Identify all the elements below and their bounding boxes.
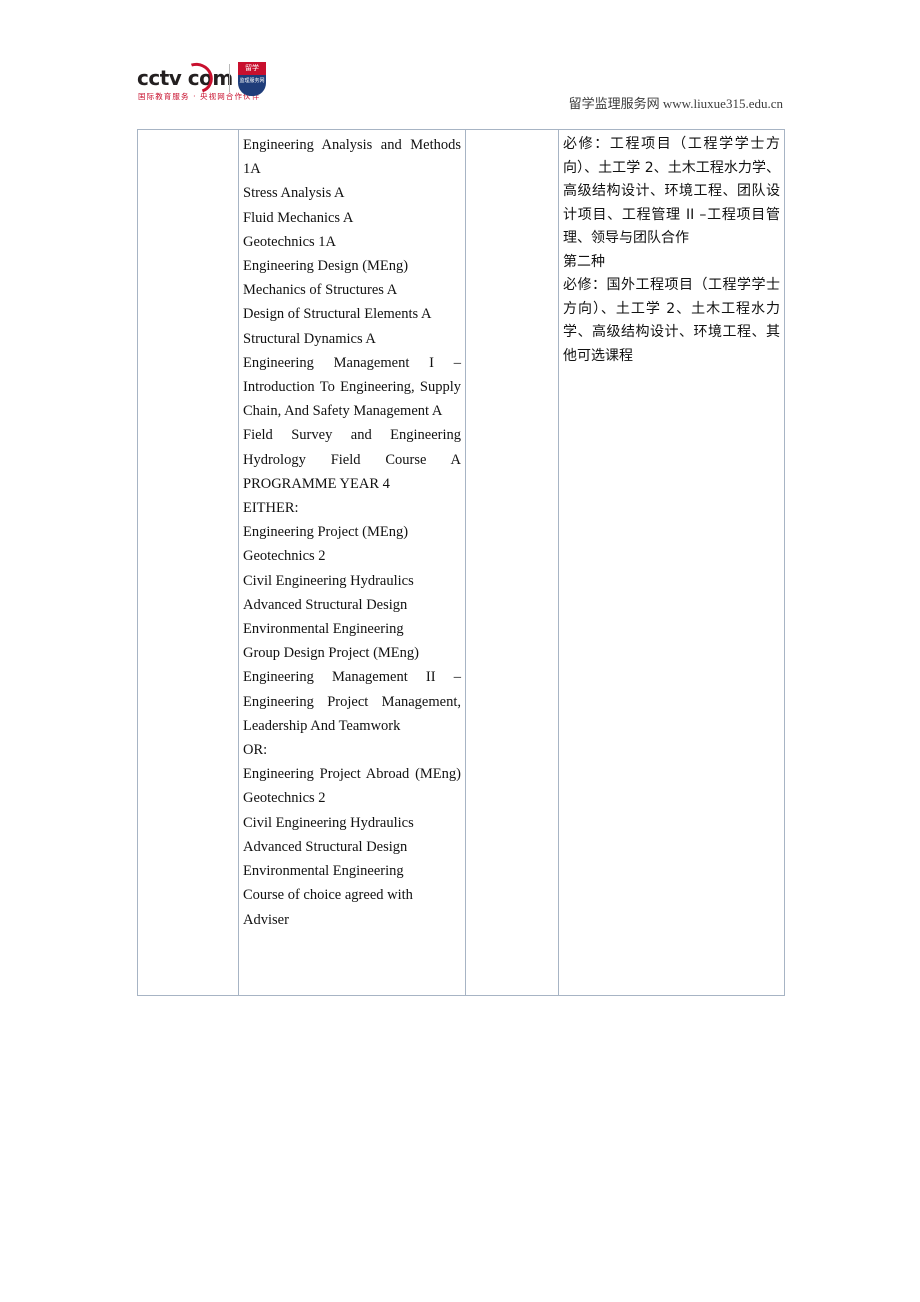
course-line: PROGRAMME YEAR 4 [243,475,390,492]
course-line-cn: 第二种 [563,253,605,270]
course-line: Stress Analysis A [243,185,345,202]
course-line: Fluid Mechanics A [243,209,354,226]
course-line: Design of Structural Elements A [243,306,432,323]
course-line: Geotechnics 2 [243,790,326,807]
course-line: EITHER: [243,500,299,517]
course-line: Engineering Project Abroad (MEng) [243,766,461,783]
course-line: Geotechnics 2 [243,548,326,565]
course-line: Environmental Engineering [243,863,404,880]
cell-courses-en: Engineering Analysis and Methods 1A Stre… [238,129,466,996]
course-line: Course of choice agreed with Adviser [243,887,413,928]
course-line: Engineering Management I – Introduction … [243,354,461,420]
course-line: Field Survey and Engineering Hydrology F… [243,427,461,468]
course-line: Environmental Engineering [243,621,404,638]
course-line: Structural Dynamics A [243,330,376,347]
cell-empty-left [137,129,239,996]
course-line: OR: [243,742,268,759]
course-line: Engineering Management II – Engineering … [243,669,461,734]
page-header: cctv com 国际教育服务 · 央视网合作伙伴 留学 监理服务网 留学监理服… [0,0,920,128]
shield-body-label: 监理服务网 [238,75,266,96]
shield-top-label: 留学 [238,62,266,75]
course-line: Geotechnics 1A [243,233,337,250]
course-line: Civil Engineering Hydraulics [243,814,414,831]
course-line: Advanced Structural Design [243,838,408,855]
header-site-label: 留学监理服务网 www.liuxue315.edu.cn [569,93,783,112]
table-row: Engineering Analysis and Methods 1A Stre… [137,129,785,996]
course-line: Group Design Project (MEng) [243,645,419,662]
course-line: Advanced Structural Design [243,596,408,613]
course-line: Engineering Project (MEng) [243,524,409,541]
course-line-cn: 必修：工程项目（工程学学士方向）、土工学 2、土木工程水力学、高级结构设计、环境… [563,136,780,246]
cell-courses-cn: 必修：工程项目（工程学学士方向）、土工学 2、土木工程水力学、高级结构设计、环境… [558,129,785,996]
course-line-cn: 必修：国外工程项目（工程学学士方向）、土工学 2、土木工程水力学、高级结构设计、… [563,277,780,364]
course-line: Civil Engineering Hydraulics [243,572,414,589]
course-table: Engineering Analysis and Methods 1A Stre… [137,129,785,996]
logo-divider [229,64,230,92]
header-site-url: www.liuxue315.edu.cn [662,96,783,111]
course-line: Mechanics of Structures A [243,282,398,299]
shield-icon: 留学 监理服务网 [238,62,266,96]
cctv-com-logo: cctv com 国际教育服务 · 央视网合作伙伴 留学 监理服务网 [137,57,267,108]
course-line: Engineering Design (MEng) [243,258,409,275]
header-site-name: 留学监理服务网 [568,96,660,111]
course-line: Engineering Analysis and Methods 1A [243,137,461,178]
cell-empty-middle [465,129,559,996]
